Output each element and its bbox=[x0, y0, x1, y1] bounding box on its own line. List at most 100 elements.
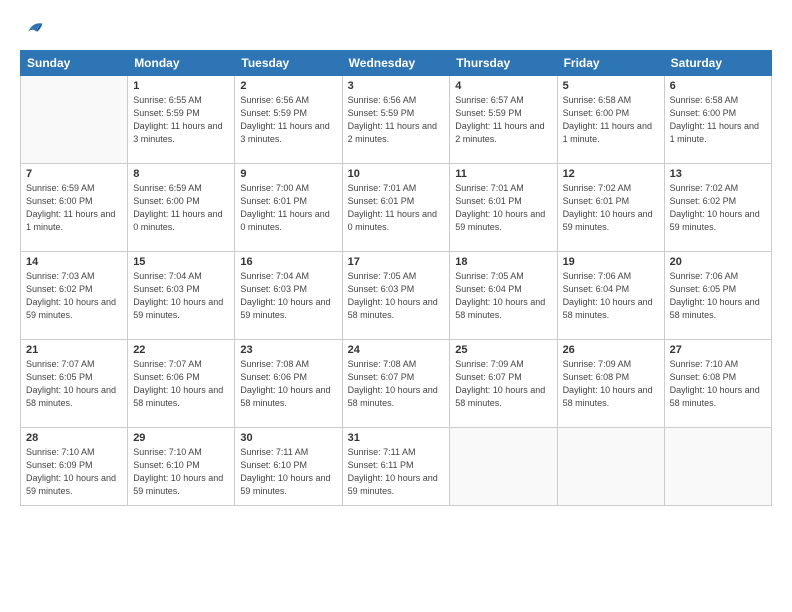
day-number: 7 bbox=[26, 168, 122, 180]
day-number: 6 bbox=[670, 80, 766, 92]
day-number: 11 bbox=[455, 168, 551, 180]
day-info: Sunrise: 7:08 AMSunset: 6:07 PMDaylight:… bbox=[348, 358, 445, 410]
calendar-cell: 15 Sunrise: 7:04 AMSunset: 6:03 PMDayligh… bbox=[128, 252, 235, 340]
day-info: Sunrise: 7:11 AMSunset: 6:10 PMDaylight:… bbox=[240, 446, 336, 498]
calendar-cell bbox=[664, 428, 771, 506]
day-info: Sunrise: 7:09 AMSunset: 6:08 PMDaylight:… bbox=[563, 358, 659, 410]
day-info: Sunrise: 7:10 AMSunset: 6:08 PMDaylight:… bbox=[670, 358, 766, 410]
day-number: 23 bbox=[240, 344, 336, 356]
calendar-cell: 12 Sunrise: 7:02 AMSunset: 6:01 PMDayligh… bbox=[557, 164, 664, 252]
logo bbox=[20, 18, 44, 40]
calendar-cell: 30 Sunrise: 7:11 AMSunset: 6:10 PMDayligh… bbox=[235, 428, 342, 506]
day-info: Sunrise: 7:10 AMSunset: 6:10 PMDaylight:… bbox=[133, 446, 229, 498]
calendar-cell: 3Sunrise: 6:56 AMSunset: 5:59 PMDaylight… bbox=[342, 76, 450, 164]
day-info: Sunrise: 7:04 AMSunset: 6:03 PMDaylight:… bbox=[133, 270, 229, 322]
calendar-cell: 26 Sunrise: 7:09 AMSunset: 6:08 PMDayligh… bbox=[557, 340, 664, 428]
calendar-cell: 23 Sunrise: 7:08 AMSunset: 6:06 PMDayligh… bbox=[235, 340, 342, 428]
calendar-cell bbox=[557, 428, 664, 506]
day-number: 8 bbox=[133, 168, 229, 180]
day-info: Sunrise: 7:06 AMSunset: 6:05 PMDaylight:… bbox=[670, 270, 766, 322]
day-number: 20 bbox=[670, 256, 766, 268]
calendar-cell: 7 Sunrise: 6:59 AMSunset: 6:00 PMDaylight… bbox=[21, 164, 128, 252]
header-saturday: Saturday bbox=[664, 51, 771, 76]
day-info: Sunrise: 6:59 AMSunset: 6:00 PMDaylight:… bbox=[26, 182, 122, 234]
day-info: Sunrise: 6:56 AMSunset: 5:59 PMDaylight:… bbox=[240, 94, 336, 146]
calendar-cell: 10 Sunrise: 7:01 AMSunset: 6:01 PMDayligh… bbox=[342, 164, 450, 252]
day-info: Sunrise: 7:05 AMSunset: 6:03 PMDaylight:… bbox=[348, 270, 445, 322]
calendar-cell: 22 Sunrise: 7:07 AMSunset: 6:06 PMDayligh… bbox=[128, 340, 235, 428]
calendar-cell: 21Sunrise: 7:07 AMSunset: 6:05 PMDayligh… bbox=[21, 340, 128, 428]
calendar-cell bbox=[450, 428, 557, 506]
calendar-cell: 19 Sunrise: 7:06 AMSunset: 6:04 PMDayligh… bbox=[557, 252, 664, 340]
day-info: Sunrise: 7:04 AMSunset: 6:03 PMDaylight:… bbox=[240, 270, 336, 322]
day-number: 22 bbox=[133, 344, 229, 356]
day-info: Sunrise: 6:58 AMSunset: 6:00 PMDaylight:… bbox=[563, 94, 659, 146]
header-monday: Monday bbox=[128, 51, 235, 76]
day-number: 15 bbox=[133, 256, 229, 268]
day-number: 12 bbox=[563, 168, 659, 180]
calendar-cell: 27 Sunrise: 7:10 AMSunset: 6:08 PMDayligh… bbox=[664, 340, 771, 428]
day-number: 19 bbox=[563, 256, 659, 268]
day-number: 9 bbox=[240, 168, 336, 180]
day-info: Sunrise: 7:02 AMSunset: 6:02 PMDaylight:… bbox=[670, 182, 766, 234]
calendar-cell: 17 Sunrise: 7:05 AMSunset: 6:03 PMDayligh… bbox=[342, 252, 450, 340]
weekday-header-row: Sunday Monday Tuesday Wednesday Thursday… bbox=[21, 51, 772, 76]
day-info: Sunrise: 7:09 AMSunset: 6:07 PMDaylight:… bbox=[455, 358, 551, 410]
day-number: 29 bbox=[133, 432, 229, 444]
day-info: Sunrise: 7:00 AMSunset: 6:01 PMDaylight:… bbox=[240, 182, 336, 234]
day-number: 25 bbox=[455, 344, 551, 356]
day-number: 30 bbox=[240, 432, 336, 444]
calendar-cell: 8 Sunrise: 6:59 AMSunset: 6:00 PMDaylight… bbox=[128, 164, 235, 252]
day-number: 31 bbox=[348, 432, 445, 444]
day-number: 27 bbox=[670, 344, 766, 356]
day-number: 24 bbox=[348, 344, 445, 356]
calendar-cell bbox=[21, 76, 128, 164]
day-info: Sunrise: 6:58 AMSunset: 6:00 PMDaylight:… bbox=[670, 94, 766, 146]
day-info: Sunrise: 7:06 AMSunset: 6:04 PMDaylight:… bbox=[563, 270, 659, 322]
day-number: 13 bbox=[670, 168, 766, 180]
calendar-cell: 28 Sunrise: 7:10 AMSunset: 6:09 PMDayligh… bbox=[21, 428, 128, 506]
logo-bird-icon bbox=[22, 18, 44, 40]
day-number: 28 bbox=[26, 432, 122, 444]
calendar-cell: 16 Sunrise: 7:04 AMSunset: 6:03 PMDayligh… bbox=[235, 252, 342, 340]
calendar-cell: 11 Sunrise: 7:01 AMSunset: 6:01 PMDayligh… bbox=[450, 164, 557, 252]
day-number: 3 bbox=[348, 80, 445, 92]
calendar-cell: 4Sunrise: 6:57 AMSunset: 5:59 PMDaylight… bbox=[450, 76, 557, 164]
day-number: 4 bbox=[455, 80, 551, 92]
day-info: Sunrise: 7:11 AMSunset: 6:11 PMDaylight:… bbox=[348, 446, 445, 498]
header-friday: Friday bbox=[557, 51, 664, 76]
calendar-table: Sunday Monday Tuesday Wednesday Thursday… bbox=[20, 50, 772, 506]
day-number: 10 bbox=[348, 168, 445, 180]
calendar-cell: 1Sunrise: 6:55 AMSunset: 5:59 PMDaylight… bbox=[128, 76, 235, 164]
day-number: 5 bbox=[563, 80, 659, 92]
day-number: 14 bbox=[26, 256, 122, 268]
header-tuesday: Tuesday bbox=[235, 51, 342, 76]
day-number: 18 bbox=[455, 256, 551, 268]
calendar-cell: 18 Sunrise: 7:05 AMSunset: 6:04 PMDayligh… bbox=[450, 252, 557, 340]
header-thursday: Thursday bbox=[450, 51, 557, 76]
day-info: Sunrise: 7:01 AMSunset: 6:01 PMDaylight:… bbox=[348, 182, 445, 234]
calendar-cell: 5 Sunrise: 6:58 AMSunset: 6:00 PMDaylight… bbox=[557, 76, 664, 164]
header-wednesday: Wednesday bbox=[342, 51, 450, 76]
day-info: Sunrise: 7:05 AMSunset: 6:04 PMDaylight:… bbox=[455, 270, 551, 322]
day-number: 17 bbox=[348, 256, 445, 268]
day-info: Sunrise: 7:10 AMSunset: 6:09 PMDaylight:… bbox=[26, 446, 122, 498]
calendar-cell: 20 Sunrise: 7:06 AMSunset: 6:05 PMDayligh… bbox=[664, 252, 771, 340]
day-number: 16 bbox=[240, 256, 336, 268]
calendar-cell: 29 Sunrise: 7:10 AMSunset: 6:10 PMDayligh… bbox=[128, 428, 235, 506]
calendar-cell: 31 Sunrise: 7:11 AMSunset: 6:11 PMDayligh… bbox=[342, 428, 450, 506]
calendar-cell: 2Sunrise: 6:56 AMSunset: 5:59 PMDaylight… bbox=[235, 76, 342, 164]
calendar-cell: 14Sunrise: 7:03 AMSunset: 6:02 PMDayligh… bbox=[21, 252, 128, 340]
header bbox=[20, 18, 772, 40]
header-sunday: Sunday bbox=[21, 51, 128, 76]
calendar-page: Sunday Monday Tuesday Wednesday Thursday… bbox=[0, 0, 792, 612]
day-info: Sunrise: 7:07 AMSunset: 6:06 PMDaylight:… bbox=[133, 358, 229, 410]
calendar-cell: 13 Sunrise: 7:02 AMSunset: 6:02 PMDayligh… bbox=[664, 164, 771, 252]
day-info: Sunrise: 7:02 AMSunset: 6:01 PMDaylight:… bbox=[563, 182, 659, 234]
day-info: Sunrise: 7:01 AMSunset: 6:01 PMDaylight:… bbox=[455, 182, 551, 234]
day-info: Sunrise: 7:07 AMSunset: 6:05 PMDaylight:… bbox=[26, 358, 122, 410]
day-info: Sunrise: 7:08 AMSunset: 6:06 PMDaylight:… bbox=[240, 358, 336, 410]
day-info: Sunrise: 6:55 AMSunset: 5:59 PMDaylight:… bbox=[133, 94, 229, 146]
day-number: 26 bbox=[563, 344, 659, 356]
day-info: Sunrise: 6:59 AMSunset: 6:00 PMDaylight:… bbox=[133, 182, 229, 234]
